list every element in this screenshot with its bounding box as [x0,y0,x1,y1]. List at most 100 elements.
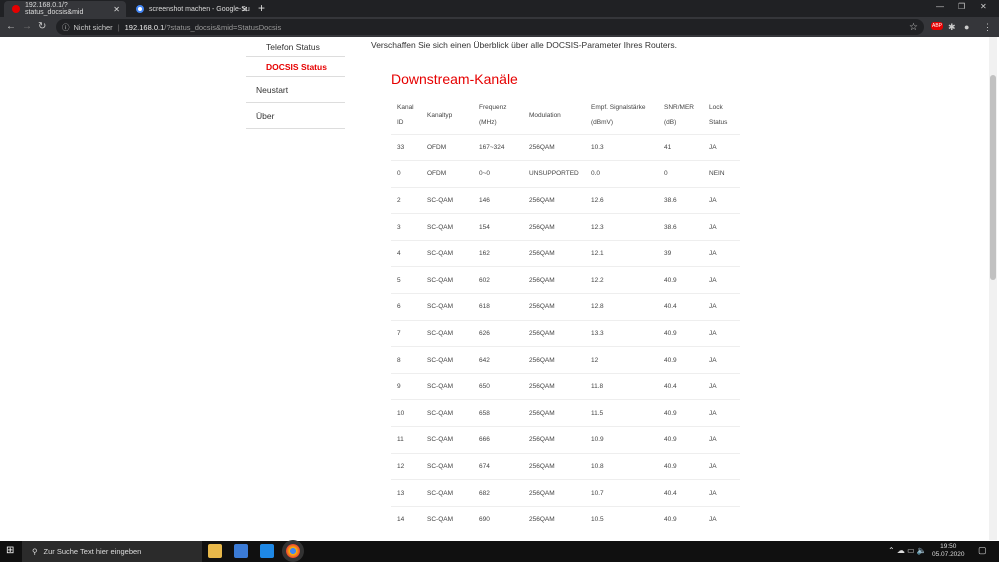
extension-abp-icon[interactable]: ABP [931,22,944,30]
cell-channel-id: 9 [391,372,421,400]
cell-signal-strength: 13.3 [585,319,658,347]
taskbar: ⊞ ⚲ Zur Suche Text hier eingeben ⌃ ☁ ▭ 🔈 … [0,541,999,562]
header-label: Status [709,119,728,127]
table-row: 0 OFDM 0~0 UNSUPPORTED 0.0 0 NEIN [391,160,740,188]
header-label: ID [397,119,404,127]
cell-modulation: 256QAM [523,293,585,321]
date: 05.07.2020 [932,551,965,558]
cell-signal-strength: 12.3 [585,213,658,241]
cell-channel-id: 7 [391,319,421,347]
header-label: Lock [709,104,723,112]
url-host: 192.168.0.1 [124,22,165,32]
sidebar-item-docsis-status[interactable]: DOCSIS Status [246,57,345,77]
cell-channel-type: SC-QAM [421,346,473,374]
table-row: 6 SC-QAM 618 256QAM 12.8 40.4 JA [391,293,740,321]
header-label: Kanal [397,104,414,112]
cell-channel-type: SC-QAM [421,293,473,321]
mail-icon[interactable] [260,544,274,558]
cell-frequency: 0~0 [473,160,523,188]
cell-frequency: 682 [473,479,523,507]
cell-frequency: 642 [473,346,523,374]
tab-bar: 192.168.0.1/?status_docsis&mid ✕ screensh… [0,0,999,17]
cell-channel-id: 11 [391,426,421,454]
cell-lock-status: JA [703,426,740,454]
cell-signal-strength: 10.8 [585,452,658,480]
back-icon[interactable]: ← [6,21,16,32]
cell-signal-strength: 12.6 [585,186,658,214]
cell-lock-status: NEIN [703,160,740,188]
sidebar-item-ueber[interactable]: Über [246,103,345,129]
close-tab-icon[interactable]: ✕ [113,5,120,14]
windows-start-icon[interactable]: ⊞ [6,545,14,556]
vodafone-favicon-icon [12,5,20,13]
cell-channel-id: 8 [391,346,421,374]
cell-frequency: 602 [473,266,523,294]
cell-frequency: 690 [473,505,523,533]
address-bar-row: ← → ↻ ⓘ Nicht sicher | 192.168.0.1/?statu… [0,17,999,37]
file-explorer-icon[interactable] [208,544,222,558]
cell-frequency: 650 [473,372,523,400]
cell-channel-id: 10 [391,399,421,427]
cell-snr-mer: 40.9 [658,399,703,427]
cell-channel-type: SC-QAM [421,372,473,400]
extensions-puzzle-icon[interactable]: ✱ [948,22,956,33]
cell-signal-strength: 12 [585,346,658,374]
chrome-icon[interactable] [286,544,300,558]
scrollbar[interactable] [989,37,997,540]
cell-lock-status: JA [703,293,740,321]
section-title: Downstream-Kanäle [391,71,518,87]
minimize-icon[interactable]: — [936,2,944,11]
tab-google[interactable]: screenshot machen - Google-Su ✕ [128,1,254,17]
search-icon: ⚲ [32,547,38,556]
tab-router[interactable]: 192.168.0.1/?status_docsis&mid ✕ [4,1,126,17]
cell-signal-strength: 10.3 [585,133,658,161]
cell-snr-mer: 40.4 [658,293,703,321]
cell-channel-type: SC-QAM [421,505,473,533]
menu-kebab-icon[interactable]: ⋮ [983,22,992,33]
cell-channel-type: SC-QAM [421,426,473,454]
cell-modulation: 256QAM [523,186,585,214]
tab-title: 192.168.0.1/?status_docsis&mid [24,2,84,16]
info-icon[interactable]: ⓘ [62,22,70,33]
cell-signal-strength: 0.0 [585,160,658,188]
table-row: 5 SC-QAM 602 256QAM 12.2 40.9 JA [391,266,740,294]
cell-snr-mer: 40.4 [658,372,703,400]
sidebar-item-telefon-status[interactable]: Telefon Status [246,37,345,57]
forward-icon[interactable]: → [22,21,32,32]
notifications-icon[interactable]: ▢ [978,545,987,556]
profile-avatar-icon[interactable]: ● [964,22,969,32]
cell-modulation: 256QAM [523,426,585,454]
cell-channel-type: SC-QAM [421,239,473,267]
cell-lock-status: JA [703,266,740,294]
close-window-icon[interactable]: ✕ [980,2,987,11]
header-signal-strength: Empf. Signalstärke (dBmV) [585,97,658,134]
cell-channel-id: 0 [391,160,421,188]
header-label: Kanaltyp [427,111,453,119]
table-row: 11 SC-QAM 666 256QAM 10.9 40.9 JA [391,426,740,454]
table-row: 4 SC-QAM 162 256QAM 12.1 39 JA [391,239,740,267]
taskbar-search[interactable]: ⚲ Zur Suche Text hier eingeben [22,541,202,562]
cell-modulation: 256QAM [523,505,585,533]
sidebar-nav: Telefon Status DOCSIS Status Neustart Üb… [246,37,345,129]
cell-frequency: 162 [473,239,523,267]
cell-snr-mer: 39 [658,239,703,267]
close-tab-icon[interactable]: ✕ [241,5,248,14]
cell-lock-status: JA [703,319,740,347]
system-tray-icons[interactable]: ⌃ ☁ ▭ 🔈 [888,546,927,555]
sidebar-item-neustart[interactable]: Neustart [246,77,345,103]
scrollbar-thumb[interactable] [990,75,996,280]
url-bar[interactable]: ⓘ Nicht sicher | 192.168.0.1/?status_docs… [56,19,924,35]
star-icon[interactable]: ☆ [909,22,918,33]
header-snr-mer: SNR/MER (dB) [658,97,703,134]
header-label: Frequenz [479,104,507,112]
restore-icon[interactable]: ❐ [958,2,965,11]
new-tab-button[interactable]: + [258,1,265,15]
cell-snr-mer: 41 [658,133,703,161]
reload-icon[interactable]: ↻ [38,21,46,32]
clock[interactable]: 19:50 05.07.2020 [932,543,965,559]
store-icon[interactable] [234,544,248,558]
cell-modulation: 256QAM [523,372,585,400]
cell-signal-strength: 11.5 [585,399,658,427]
table-row: 3 SC-QAM 154 256QAM 12.3 38.6 JA [391,213,740,241]
cell-lock-status: JA [703,505,740,533]
